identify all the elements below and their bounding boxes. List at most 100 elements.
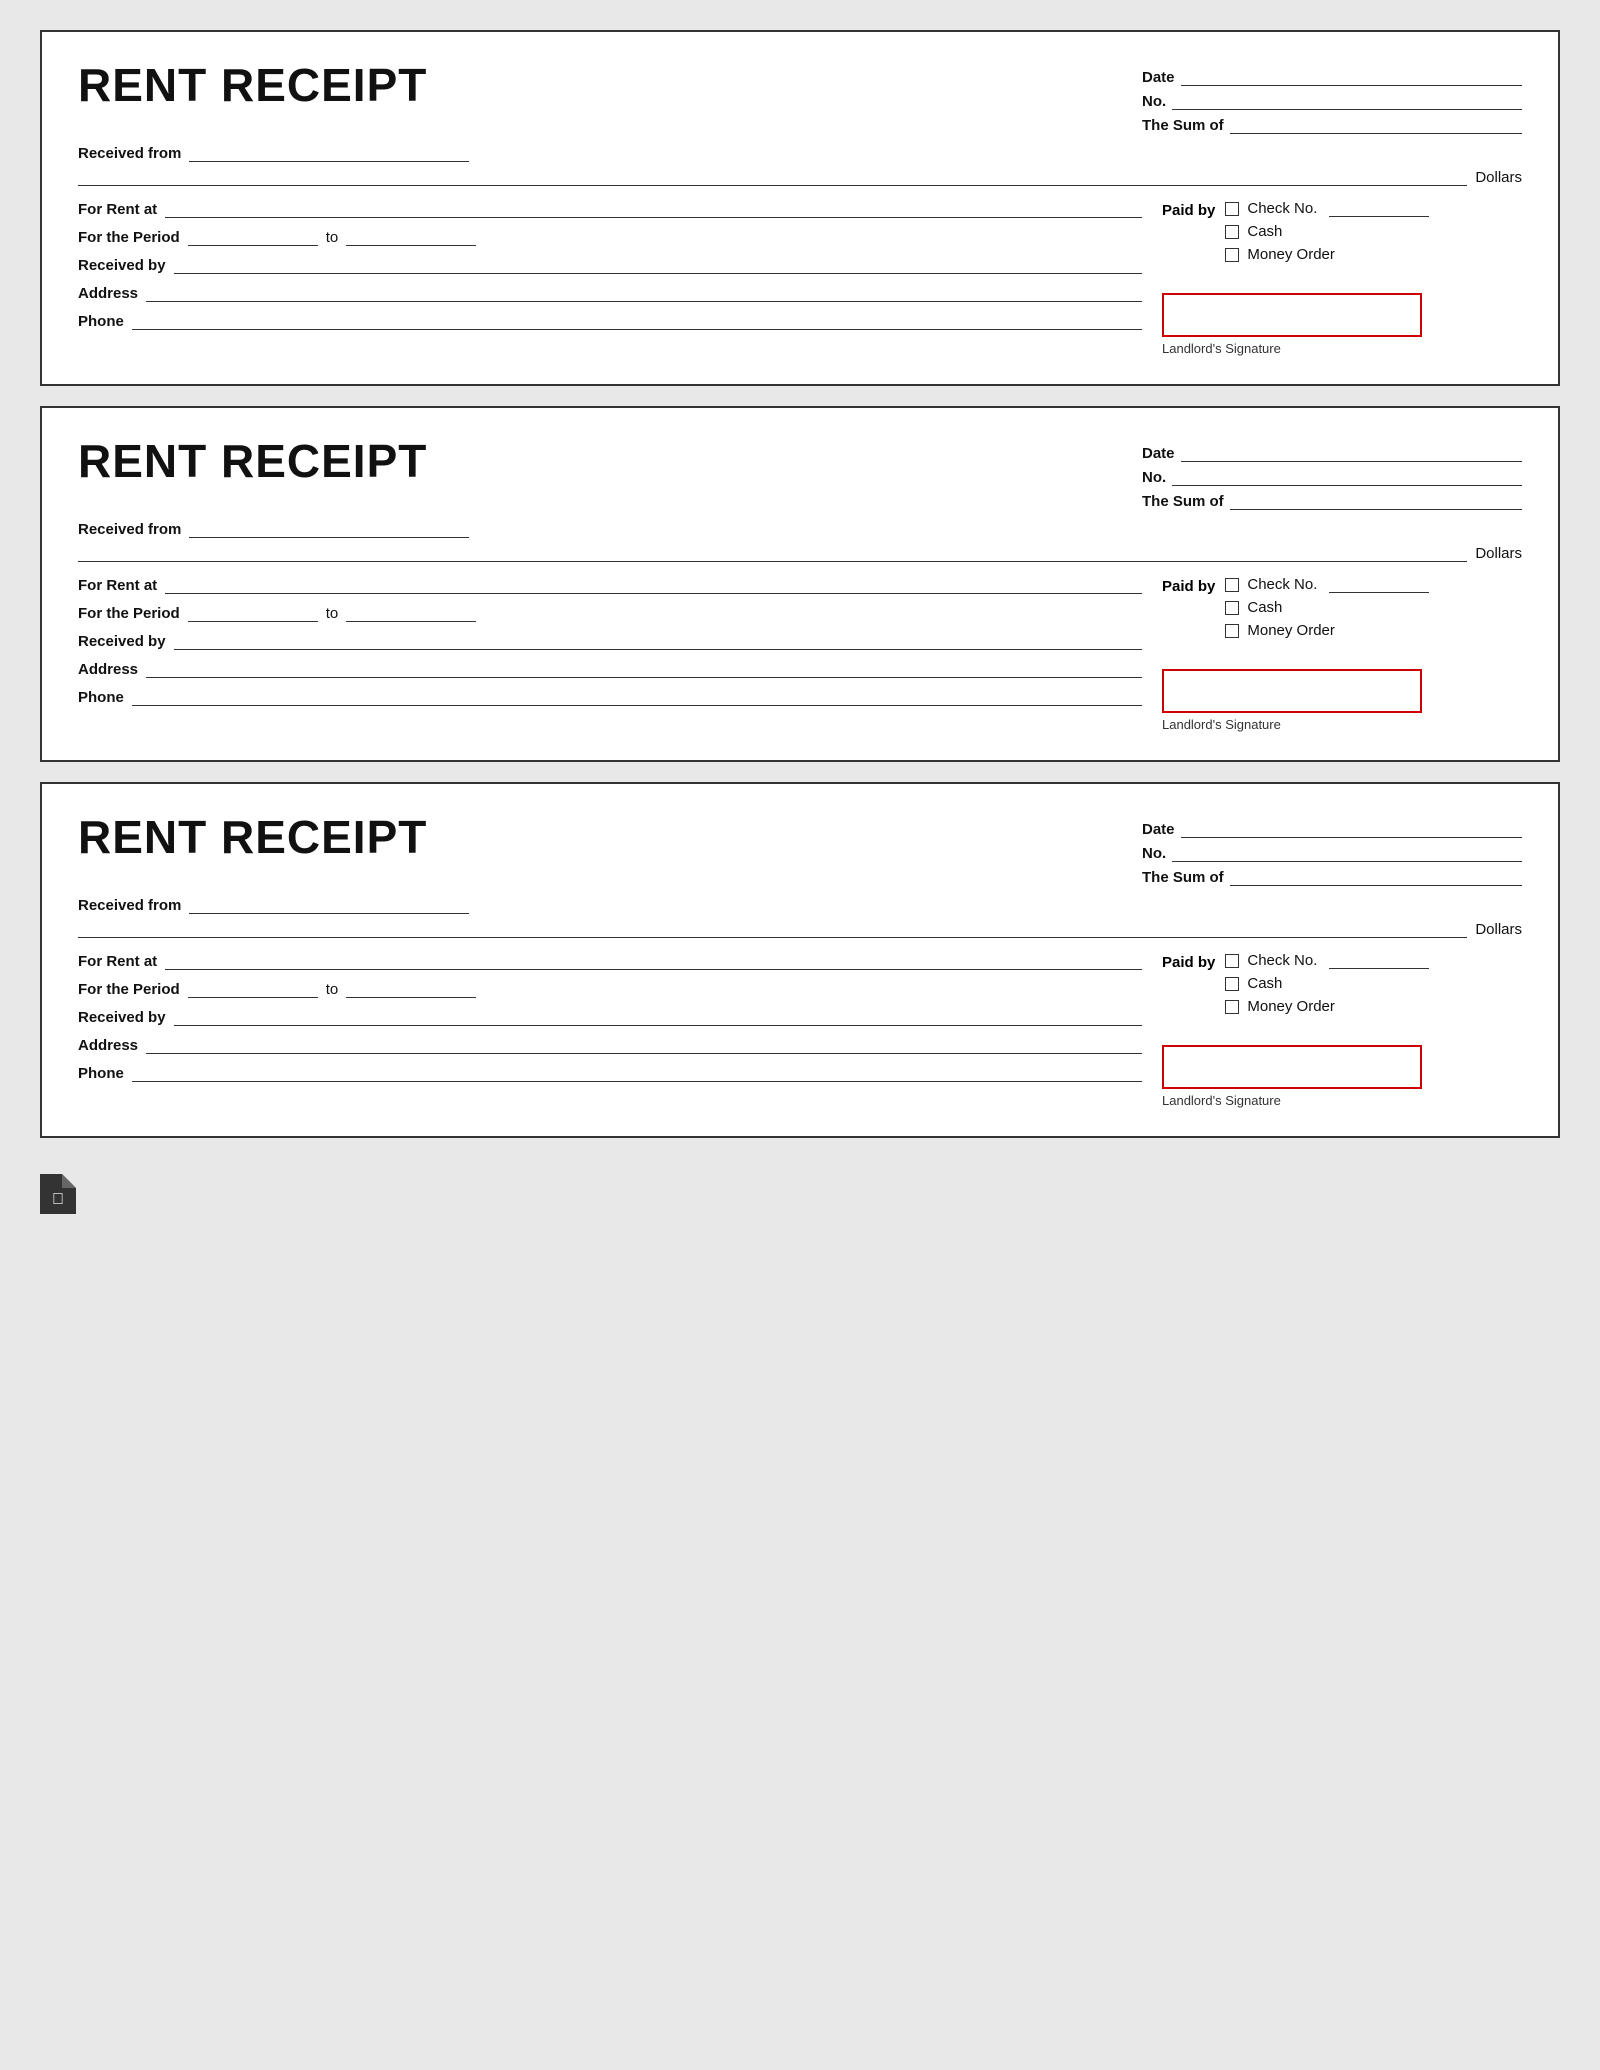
for-rent-line-1[interactable] xyxy=(165,200,1142,218)
for-rent-line-2[interactable] xyxy=(165,576,1142,594)
money-order-option-3: Money Order xyxy=(1225,998,1429,1015)
address-label-1: Address xyxy=(78,285,138,302)
cash-checkbox-2[interactable] xyxy=(1225,601,1239,615)
received-by-line-3[interactable] xyxy=(174,1008,1142,1026)
cash-checkbox-1[interactable] xyxy=(1225,225,1239,239)
full-underline-1[interactable] xyxy=(78,168,1467,186)
receipt-title-3: RENT RECEIPT xyxy=(78,812,427,863)
period-from-line-3[interactable] xyxy=(188,980,318,998)
svg-text::  xyxy=(52,1191,64,1208)
received-from-label-2: Received from xyxy=(78,521,181,538)
phone-row-3: Phone xyxy=(78,1064,1142,1082)
for-rent-row-2: For Rent at xyxy=(78,576,1142,594)
date-line-3[interactable] xyxy=(1181,820,1522,838)
received-by-row-1: Received by xyxy=(78,256,1142,274)
money-order-checkbox-2[interactable] xyxy=(1225,624,1239,638)
address-label-2: Address xyxy=(78,661,138,678)
check-checkbox-1[interactable] xyxy=(1225,202,1239,216)
phone-line-2[interactable] xyxy=(132,688,1142,706)
money-order-option-2: Money Order xyxy=(1225,622,1429,639)
page-container: RENT RECEIPT Date No. The Sum of Receive… xyxy=(40,30,1560,1214)
check-option-1: Check No. xyxy=(1225,200,1429,217)
check-no-line-3[interactable] xyxy=(1329,953,1429,969)
full-underline-3[interactable] xyxy=(78,920,1467,938)
no-line-1[interactable] xyxy=(1172,92,1522,110)
address-line-1[interactable] xyxy=(146,284,1142,302)
no-line-2[interactable] xyxy=(1172,468,1522,486)
check-option-3: Check No. xyxy=(1225,952,1429,969)
check-no-label-1: Check No. xyxy=(1247,200,1317,217)
received-by-line-1[interactable] xyxy=(174,256,1142,274)
phone-line-3[interactable] xyxy=(132,1064,1142,1082)
date-label-3: Date xyxy=(1142,821,1175,838)
for-rent-line-3[interactable] xyxy=(165,952,1142,970)
period-row-2: For the Period to xyxy=(78,604,1142,622)
sum-line-2[interactable] xyxy=(1230,492,1522,510)
phone-label-1: Phone xyxy=(78,313,124,330)
signature-box-2[interactable] xyxy=(1162,669,1422,713)
check-no-line-1[interactable] xyxy=(1329,201,1429,217)
middle-section-2: For Rent at For the Period to Received b… xyxy=(78,576,1522,732)
money-order-checkbox-3[interactable] xyxy=(1225,1000,1239,1014)
receipt-title-2: RENT RECEIPT xyxy=(78,436,427,487)
received-from-line-3[interactable] xyxy=(189,896,469,914)
check-checkbox-3[interactable] xyxy=(1225,954,1239,968)
receipt-top-3: RENT RECEIPT Date No. The Sum of xyxy=(78,812,1522,886)
paid-by-label-1: Paid by xyxy=(1162,202,1215,219)
payment-options-2: Check No. Cash Money Order xyxy=(1225,576,1429,639)
money-order-checkbox-1[interactable] xyxy=(1225,248,1239,262)
period-to-line-2[interactable] xyxy=(346,604,476,622)
received-from-line-2[interactable] xyxy=(189,520,469,538)
check-checkbox-2[interactable] xyxy=(1225,578,1239,592)
no-label-2: No. xyxy=(1142,469,1166,486)
to-label-2: to xyxy=(326,605,339,622)
received-from-section-3: Received from xyxy=(78,896,1522,914)
sum-line-3[interactable] xyxy=(1230,868,1522,886)
dollars-label-1: Dollars xyxy=(1475,169,1522,186)
received-by-line-2[interactable] xyxy=(174,632,1142,650)
for-rent-row-3: For Rent at xyxy=(78,952,1142,970)
address-row-1: Address xyxy=(78,284,1142,302)
cash-checkbox-3[interactable] xyxy=(1225,977,1239,991)
period-to-line-1[interactable] xyxy=(346,228,476,246)
period-to-line-3[interactable] xyxy=(346,980,476,998)
cash-label-3: Cash xyxy=(1247,975,1282,992)
no-row-1: No. xyxy=(1142,92,1522,110)
signature-label-1: Landlord's Signature xyxy=(1162,341,1522,356)
sum-row-1: The Sum of xyxy=(1142,116,1522,134)
signature-section-1: Landlord's Signature xyxy=(1162,283,1522,356)
no-line-3[interactable] xyxy=(1172,844,1522,862)
to-label-3: to xyxy=(326,981,339,998)
full-underline-2[interactable] xyxy=(78,544,1467,562)
received-from-line-1[interactable] xyxy=(189,144,469,162)
middle-section-3: For Rent at For the Period to Received b… xyxy=(78,952,1522,1108)
paid-by-row-1: Paid by Check No. Cash xyxy=(1162,200,1522,263)
address-line-3[interactable] xyxy=(146,1036,1142,1054)
dollars-label-3: Dollars xyxy=(1475,921,1522,938)
phone-line-1[interactable] xyxy=(132,312,1142,330)
signature-box-3[interactable] xyxy=(1162,1045,1422,1089)
signature-box-1[interactable] xyxy=(1162,293,1422,337)
money-order-label-2: Money Order xyxy=(1247,622,1335,639)
received-by-label-2: Received by xyxy=(78,633,166,650)
sum-line-1[interactable] xyxy=(1230,116,1522,134)
period-label-1: For the Period xyxy=(78,229,180,246)
address-line-2[interactable] xyxy=(146,660,1142,678)
date-line-2[interactable] xyxy=(1181,444,1522,462)
period-from-line-2[interactable] xyxy=(188,604,318,622)
sum-row-2: The Sum of xyxy=(1142,492,1522,510)
paid-by-label-3: Paid by xyxy=(1162,954,1215,971)
check-no-label-3: Check No. xyxy=(1247,952,1317,969)
document-icon:  xyxy=(40,1174,76,1214)
for-rent-label-2: For Rent at xyxy=(78,577,157,594)
money-order-label-3: Money Order xyxy=(1247,998,1335,1015)
payment-options-3: Check No. Cash Money Order xyxy=(1225,952,1429,1015)
no-label-1: No. xyxy=(1142,93,1166,110)
check-no-line-2[interactable] xyxy=(1329,577,1429,593)
top-right-2: Date No. The Sum of xyxy=(1142,444,1522,510)
period-from-line-1[interactable] xyxy=(188,228,318,246)
date-line-1[interactable] xyxy=(1181,68,1522,86)
phone-row-1: Phone xyxy=(78,312,1142,330)
signature-label-3: Landlord's Signature xyxy=(1162,1093,1522,1108)
for-rent-label-3: For Rent at xyxy=(78,953,157,970)
